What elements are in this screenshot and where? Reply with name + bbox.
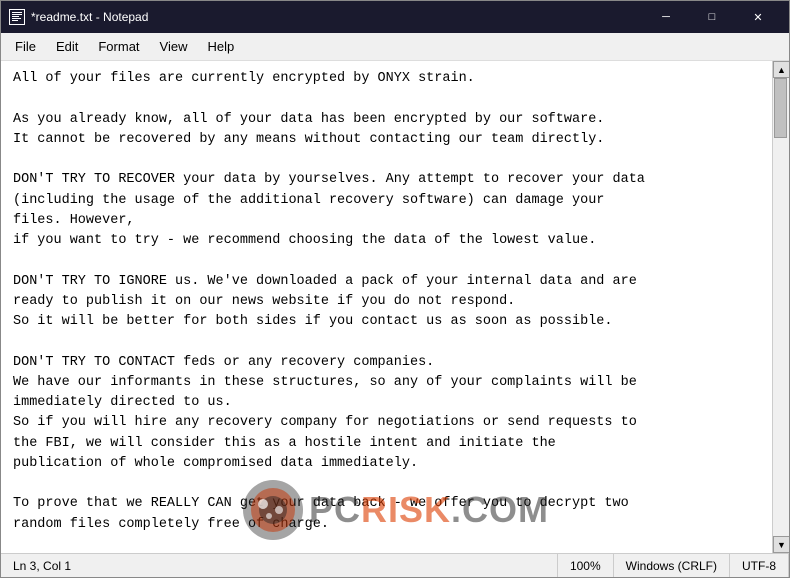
maximize-button[interactable]: □	[689, 1, 735, 33]
scrollbar-thumb[interactable]	[774, 78, 787, 138]
line-ending: Windows (CRLF)	[614, 554, 730, 577]
title-bar: *readme.txt - Notepad ─ □ ✕	[1, 1, 789, 33]
app-icon	[9, 9, 25, 25]
window-title: *readme.txt - Notepad	[31, 10, 643, 24]
encoding: UTF-8	[730, 554, 789, 577]
menu-bar: File Edit Format View Help	[1, 33, 789, 61]
scroll-up-button[interactable]: ▲	[773, 61, 789, 78]
menu-view[interactable]: View	[150, 35, 198, 58]
main-window: *readme.txt - Notepad ─ □ ✕ File Edit Fo…	[0, 0, 790, 578]
text-content[interactable]: All of your files are currently encrypte…	[1, 61, 772, 553]
scrollbar-track[interactable]	[773, 78, 789, 536]
menu-edit[interactable]: Edit	[46, 35, 88, 58]
content-area: All of your files are currently encrypte…	[1, 61, 789, 553]
scroll-down-button[interactable]: ▼	[773, 536, 789, 553]
scrollbar[interactable]: ▲ ▼	[772, 61, 789, 553]
menu-file[interactable]: File	[5, 35, 46, 58]
status-bar: Ln 3, Col 1 100% Windows (CRLF) UTF-8	[1, 553, 789, 577]
window-controls: ─ □ ✕	[643, 1, 781, 33]
minimize-button[interactable]: ─	[643, 1, 689, 33]
close-button[interactable]: ✕	[735, 1, 781, 33]
cursor-position: Ln 3, Col 1	[1, 554, 558, 577]
menu-format[interactable]: Format	[88, 35, 149, 58]
zoom-level: 100%	[558, 554, 614, 577]
menu-help[interactable]: Help	[197, 35, 244, 58]
